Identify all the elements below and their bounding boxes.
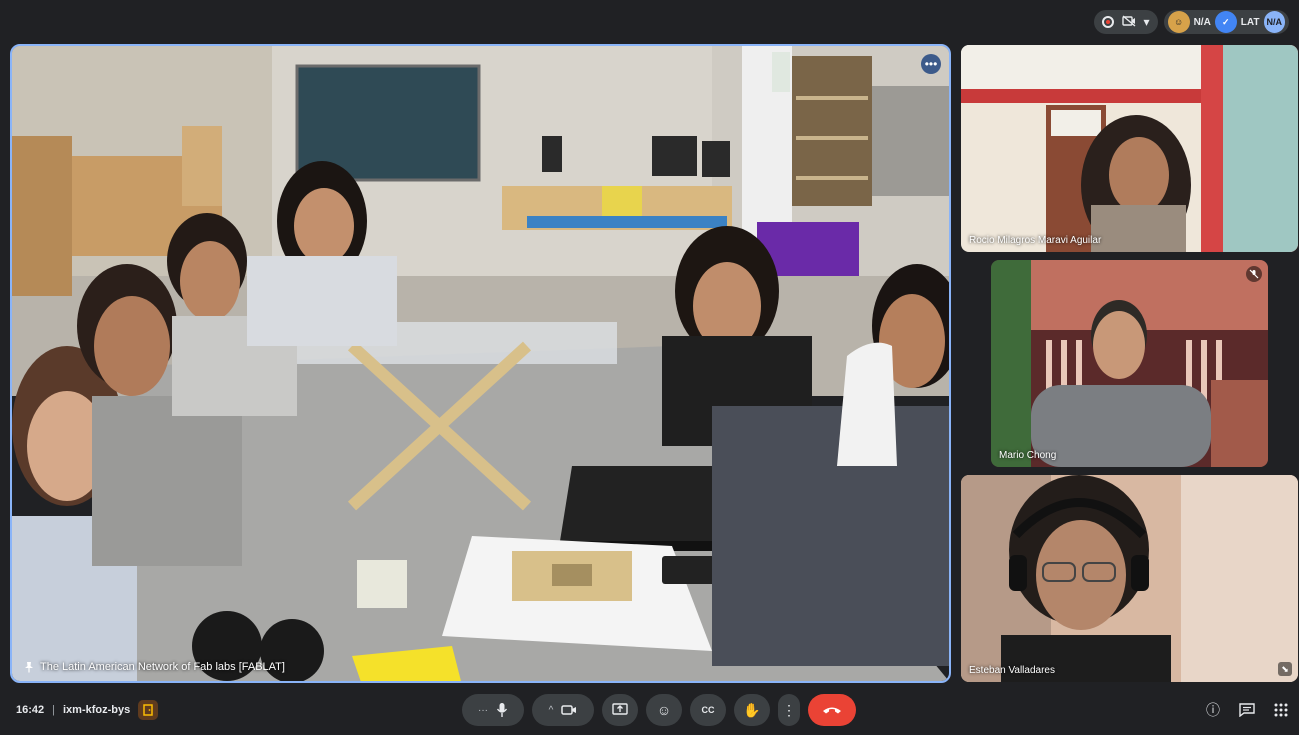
present-screen-button[interactable] bbox=[602, 694, 638, 726]
mic-off-icon bbox=[1246, 266, 1262, 282]
call-controls: ··· ^ ☺ CC ✋ ⋮ bbox=[462, 694, 856, 726]
clock-time: 16:42 bbox=[16, 704, 45, 716]
kebab-icon: ⋮ bbox=[782, 701, 796, 718]
participant-name: Esteban Valladares bbox=[969, 665, 1055, 676]
present-screen-icon bbox=[612, 703, 628, 715]
hang-up-icon bbox=[823, 707, 841, 714]
chevron-down-icon: ▾ bbox=[1143, 15, 1150, 29]
video-frame bbox=[12, 46, 949, 681]
avatar: ✓ bbox=[1214, 11, 1237, 33]
avatar-label: LAT bbox=[1240, 16, 1260, 28]
more-options-button[interactable]: ••• bbox=[921, 54, 941, 74]
video-frame bbox=[991, 260, 1268, 467]
chevron-up-icon[interactable]: ^ bbox=[549, 705, 554, 716]
participant-name: The Latin American Network of Fab labs [… bbox=[40, 661, 285, 673]
end-call-button[interactable] bbox=[808, 694, 856, 726]
expand-icon[interactable]: ⬊ bbox=[1278, 662, 1292, 676]
participant-name: Mario Chong bbox=[999, 450, 1057, 461]
recording-pill[interactable]: ▾ bbox=[1093, 10, 1158, 34]
captions-icon: CC bbox=[701, 705, 715, 715]
more-dots-icon[interactable]: ··· bbox=[478, 705, 488, 716]
meeting-details: 16:42 | ixm-kfoz-bys bbox=[16, 700, 159, 720]
main-tile-label: The Latin American Network of Fab labs [… bbox=[24, 661, 285, 673]
avatar: ☺ bbox=[1167, 11, 1190, 33]
captions-button[interactable]: CC bbox=[690, 694, 726, 726]
top-status-bar: ▾ ☺ N/A ✓ LAT N/A bbox=[1093, 10, 1289, 34]
record-icon bbox=[1101, 16, 1114, 28]
microphone-icon bbox=[496, 703, 508, 717]
chat-icon[interactable] bbox=[1237, 700, 1257, 720]
participant-tile[interactable]: Esteban Valladares ⬊ bbox=[961, 475, 1298, 682]
activities-icon[interactable] bbox=[1271, 700, 1291, 720]
participant-tile[interactable]: Mario Chong bbox=[991, 260, 1268, 467]
mic-control[interactable]: ··· bbox=[462, 694, 524, 726]
pin-icon bbox=[25, 662, 33, 673]
avatar-label: N/A bbox=[1193, 16, 1211, 28]
breakout-room-icon[interactable] bbox=[138, 700, 159, 720]
reactions-button[interactable]: ☺ bbox=[646, 694, 682, 726]
avatar: N/A bbox=[1263, 11, 1285, 33]
camera-control[interactable]: ^ bbox=[532, 694, 594, 726]
raise-hand-button[interactable]: ✋ bbox=[734, 694, 770, 726]
participant-avatars[interactable]: ☺ N/A ✓ LAT N/A bbox=[1163, 10, 1289, 34]
video-camera-icon bbox=[561, 705, 577, 715]
info-icon[interactable]: ⓘ bbox=[1203, 700, 1223, 720]
participant-tile[interactable]: Rocio Milagros Maravi Aguilar bbox=[961, 45, 1298, 252]
meeting-code: ixm-kfoz-bys bbox=[63, 704, 131, 716]
video-frame bbox=[961, 45, 1298, 252]
participant-name: Rocio Milagros Maravi Aguilar bbox=[969, 235, 1102, 246]
main-video-tile[interactable]: ••• The Latin American Network of Fab la… bbox=[10, 44, 951, 683]
video-frame bbox=[961, 475, 1298, 682]
more-options-button[interactable]: ⋮ bbox=[778, 694, 800, 726]
hand-icon: ✋ bbox=[743, 701, 761, 718]
separator: | bbox=[52, 704, 55, 716]
camera-off-icon bbox=[1121, 14, 1136, 30]
emoji-icon: ☺ bbox=[656, 702, 672, 718]
bottom-toolbar: 16:42 | ixm-kfoz-bys ··· ^ ☺ CC ✋ ⋮ ⓘ bbox=[0, 685, 1299, 735]
side-panel-tools: ⓘ bbox=[1203, 700, 1291, 720]
